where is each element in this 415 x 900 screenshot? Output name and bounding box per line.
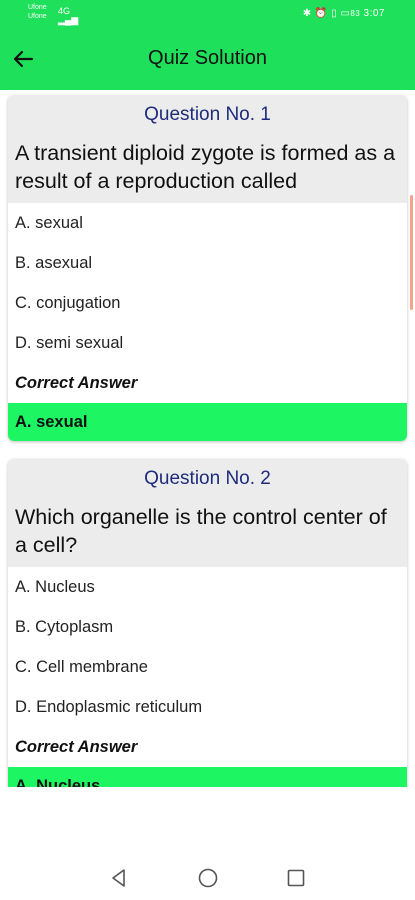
question-card-1: Question No. 1 A transient diploid zygot… — [8, 95, 407, 441]
correct-answer: A. sexual — [8, 403, 407, 441]
battery-icon: ▭83 — [340, 8, 361, 19]
page-title: Quiz Solution — [148, 47, 267, 69]
scrollbar[interactable] — [410, 195, 413, 310]
network-type: 4G — [58, 6, 71, 16]
status-right: ✱ ⏰ ▯ ▭83 3:07 — [303, 8, 385, 19]
question-text: Which organelle is the control center of… — [8, 499, 407, 567]
status-bar: Ufone Ufone 4G ▂▄▆ ✱ ⏰ ▯ ▭83 3:07 — [0, 0, 415, 28]
option-b: B. asexual — [8, 243, 407, 283]
square-recents-icon — [287, 869, 305, 887]
triangle-back-icon — [112, 869, 125, 887]
battery-level: 83 — [350, 9, 361, 18]
circle-home-icon — [198, 868, 218, 888]
alarm-icon: ⏰ — [314, 8, 328, 19]
carrier-info: Ufone Ufone 4G ▂▄▆ — [28, 3, 78, 25]
option-a: A. sexual — [8, 203, 407, 243]
nav-back-button[interactable] — [107, 866, 131, 890]
nav-home-button[interactable] — [196, 866, 220, 890]
question-number: Question No. 1 — [8, 95, 407, 135]
carrier-1: Ufone — [28, 4, 47, 11]
quiz-solution-list[interactable]: Question No. 1 A transient diploid zygot… — [0, 90, 415, 787]
signal-icon: 4G ▂▄▆ — [58, 6, 79, 25]
option-b: B. Cytoplasm — [8, 607, 407, 647]
clock: 3:07 — [363, 8, 385, 19]
vibrate-icon: ▯ — [331, 8, 338, 19]
option-c: C. Cell membrane — [8, 647, 407, 687]
system-navigation-bar — [0, 852, 415, 900]
question-card-2: Question No. 2 Which organelle is the co… — [8, 459, 407, 787]
app-bar: Quiz Solution — [0, 28, 415, 90]
carrier-2: Ufone — [28, 13, 47, 20]
correct-answer-label: Correct Answer — [15, 738, 138, 756]
correct-answer: A. Nucleus — [8, 767, 407, 787]
question-number: Question No. 2 — [8, 459, 407, 499]
nav-recents-button[interactable] — [284, 866, 308, 890]
correct-answer-label: Correct Answer — [15, 374, 138, 392]
option-c: C. conjugation — [8, 283, 407, 323]
option-a: A. Nucleus — [8, 567, 407, 607]
option-d: D. Endoplasmic reticulum — [8, 687, 407, 727]
option-d: D. semi sexual — [8, 323, 407, 363]
bluetooth-icon: ✱ — [302, 8, 312, 19]
question-text: A transient diploid zygote is formed as … — [8, 135, 407, 203]
